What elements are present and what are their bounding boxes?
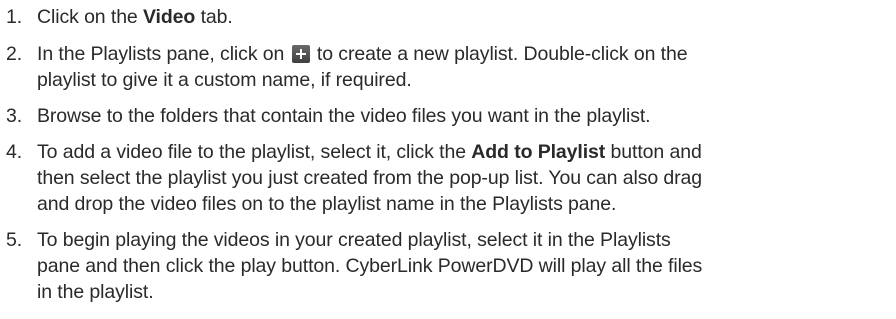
step-text: then select the playlist you just create…: [37, 167, 703, 189]
step-text: pane and then click the play button. Cyb…: [37, 255, 703, 277]
step-number: 1.: [6, 6, 23, 28]
step-number: 4.: [6, 141, 23, 163]
step-text: button and: [605, 141, 702, 163]
video-tab-label: Video: [143, 6, 196, 28]
step-text: in the playlist.: [37, 281, 154, 303]
add-to-playlist-label: Add to Playlist: [471, 141, 606, 163]
step-3: 3. Browse to the folders that contain the…: [0, 103, 896, 129]
step-2: 2. In the Playlists pane, click on to cre…: [0, 41, 896, 93]
step-text: Click on the: [37, 6, 143, 28]
step-text: tab.: [195, 6, 233, 28]
step-text: To add a video file to the playlist, sel…: [37, 141, 472, 163]
step-text: In the Playlists pane, click on: [37, 43, 290, 65]
plus-icon: [291, 45, 310, 63]
step-text: to create a new playlist. Double-click o…: [311, 43, 688, 65]
step-5: 5. To begin playing the videos in your cr…: [0, 227, 896, 305]
step-text: playlist to give it a custom name, if re…: [37, 69, 412, 91]
instruction-steps: 1. Click on the Video tab. 2. In the Playl…: [0, 0, 896, 305]
step-number: 2.: [6, 43, 23, 65]
step-text: Browse to the folders that contain the v…: [37, 105, 651, 127]
step-text: and drop the video files on to the playl…: [37, 193, 617, 215]
step-number: 3.: [6, 105, 23, 127]
step-text: To begin playing the videos in your crea…: [37, 229, 671, 251]
step-4: 4. To add a video file to the playlist, s…: [0, 139, 896, 217]
step-1: 1. Click on the Video tab.: [0, 4, 896, 30]
step-number: 5.: [6, 229, 23, 251]
